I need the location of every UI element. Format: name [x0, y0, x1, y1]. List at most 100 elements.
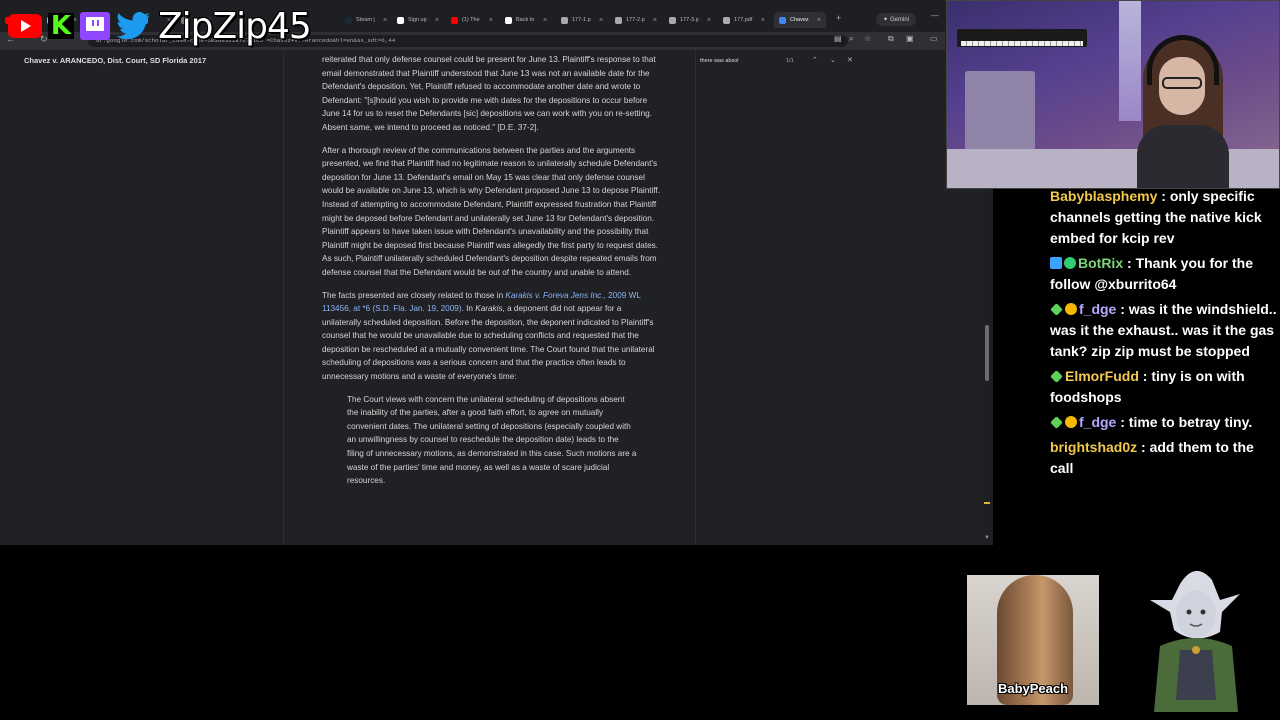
find-next-icon[interactable]: ⌄: [830, 56, 836, 64]
streamer-shirt: [1137, 125, 1229, 188]
webcam-feed: [946, 0, 1280, 189]
cam-keyboard: [957, 29, 1087, 47]
paragraph-text: . In: [461, 304, 476, 314]
tab-close-icon[interactable]: ×: [653, 17, 657, 24]
tab-favicon-icon: [669, 16, 676, 24]
chat-message: f_dge : was it the windshield.. was it t…: [1044, 299, 1280, 362]
find-match-marker: [984, 502, 990, 504]
find-close-icon[interactable]: ✕: [847, 56, 853, 64]
case-title: Chavez v. ARANCEDO, Dist. Court, SD Flor…: [24, 56, 207, 65]
tab-label: Steam |: [356, 17, 375, 23]
tab-label: Back to: [516, 17, 535, 23]
guest-name: BabyPeach: [997, 681, 1069, 696]
cam-shelf: [965, 71, 1035, 151]
tab-close-icon[interactable]: ×: [707, 17, 711, 24]
streamer-handle: ZipZip45: [158, 5, 312, 47]
chat-message: f_dge : time to betray tiny.: [1044, 412, 1280, 433]
scroll-thumb[interactable]: [985, 325, 989, 381]
browser-tab[interactable]: 177-1.p ×: [556, 12, 608, 28]
chat-overlay: Babyblasphemy : only specific channels g…: [1044, 186, 1280, 483]
tab-close-icon[interactable]: ×: [383, 17, 387, 24]
youtube-icon: [8, 14, 42, 38]
tab-favicon-icon: [779, 16, 786, 24]
gemini-label: Gemini: [890, 16, 910, 23]
zoom-icon[interactable]: ⌕: [849, 34, 853, 44]
chat-message: brightshad0z : add them to the call: [1044, 437, 1280, 479]
tab-favicon-icon: [561, 16, 568, 24]
chat-username: ElmorFudd: [1065, 368, 1139, 384]
twitter-icon: [116, 12, 150, 40]
paragraph: After a thorough review of the communica…: [322, 145, 661, 277]
extensions-icon[interactable]: ⧉: [888, 34, 894, 44]
tab-label: Sign up: [408, 17, 427, 23]
case-link-karakis[interactable]: Karakis v. Foreva Jens Inc.,: [505, 291, 605, 300]
chat-username: BotRix: [1078, 255, 1124, 271]
tab-label: 177-2.p: [626, 17, 645, 23]
tab-close-icon[interactable]: ×: [817, 17, 821, 24]
browser-tab[interactable]: Chavez ×: [774, 12, 826, 28]
tab-favicon-icon: [615, 16, 622, 24]
chat-text: : time to betray tiny.: [1116, 414, 1253, 430]
find-previous-icon[interactable]: ⌃: [812, 56, 818, 64]
guest-cam: BabyPeach: [967, 575, 1099, 705]
browser-tab[interactable]: (1) The ×: [446, 12, 498, 28]
tab-label: 177-1.p: [572, 17, 591, 23]
browser-tab[interactable]: 177.pdf ×: [718, 12, 770, 28]
tab-close-icon[interactable]: ×: [435, 17, 439, 24]
column-divider: [283, 50, 284, 545]
paragraph-text: The facts presented are closely related …: [322, 290, 506, 300]
gemini-button[interactable]: ✦ Gemini: [876, 13, 916, 26]
avatar-face: [1176, 590, 1216, 638]
tab-favicon-icon: [451, 16, 458, 24]
translate-icon[interactable]: ▤: [834, 34, 842, 43]
minimize-icon[interactable]: —: [931, 11, 939, 20]
panel-icon[interactable]: ▭: [930, 34, 938, 43]
browser-tab[interactable]: Back to ×: [500, 12, 552, 28]
chat-badge-icon: [1064, 257, 1076, 269]
browser-tab[interactable]: Steam | ×: [340, 12, 392, 28]
scholar-case-page: Chavez v. ARANCEDO, Dist. Court, SD Flor…: [0, 50, 985, 545]
avatar-brooch: [1192, 646, 1200, 654]
avatar-eye: [1186, 609, 1192, 615]
chat-message: Babyblasphemy : only specific channels g…: [1044, 186, 1280, 249]
browser-tab[interactable]: 177-3.p ×: [664, 12, 716, 28]
paragraph-text: , a deponent did not appear for a unilat…: [322, 304, 655, 382]
sidebar-icon[interactable]: ▣: [906, 34, 914, 43]
browser-capture: ×××××Steam |×Sign up×(1) The×Back to×177…: [0, 0, 993, 545]
tab-close-icon[interactable]: ×: [489, 17, 493, 24]
tab-label: (1) The: [462, 17, 480, 23]
tab-favicon-icon: [723, 16, 730, 24]
scroll-down-icon[interactable]: ▼: [984, 535, 990, 541]
browser-tab[interactable]: Sign up ×: [392, 12, 444, 28]
chat-badge-icon: [1065, 303, 1077, 315]
tab-close-icon[interactable]: ×: [543, 17, 547, 24]
chat-badge-icon: [1065, 416, 1077, 428]
find-input[interactable]: there was absol: [700, 58, 739, 64]
tab-favicon-icon: [397, 16, 404, 24]
tab-favicon-icon: [505, 16, 512, 24]
avatar-character: [1150, 570, 1240, 712]
chat-badge-icon: [1050, 303, 1063, 316]
tab-close-icon[interactable]: ×: [761, 17, 765, 24]
chat-username: Babyblasphemy: [1050, 188, 1158, 204]
avatar-tunic: [1176, 650, 1216, 700]
tab-label: 177-3.p: [680, 17, 699, 23]
chat-username: f_dge: [1079, 414, 1117, 430]
avatar-eye: [1200, 609, 1206, 615]
browser-tab[interactable]: 177-2.p ×: [610, 12, 662, 28]
twitch-icon: [80, 12, 110, 40]
chat-badge-icon: [1050, 257, 1062, 269]
social-overlay: K ZipZip45: [8, 5, 312, 47]
chat-username: f_dge: [1079, 301, 1117, 317]
tab-label: 177.pdf: [734, 17, 753, 23]
case-name: Karakis: [475, 304, 503, 314]
bookmark-star-icon[interactable]: ☆: [864, 34, 871, 43]
paragraph: The facts presented are closely related …: [322, 289, 662, 384]
chat-badge-icon: [1050, 370, 1063, 383]
gemini-icon: ✦: [882, 17, 888, 23]
paragraph: reiterated that only defense counsel cou…: [322, 55, 656, 132]
chat-badge-icon: [1050, 416, 1063, 429]
tab-close-icon[interactable]: ×: [599, 17, 603, 24]
find-count: 1/1: [786, 58, 794, 64]
new-tab-button[interactable]: +: [836, 13, 841, 23]
